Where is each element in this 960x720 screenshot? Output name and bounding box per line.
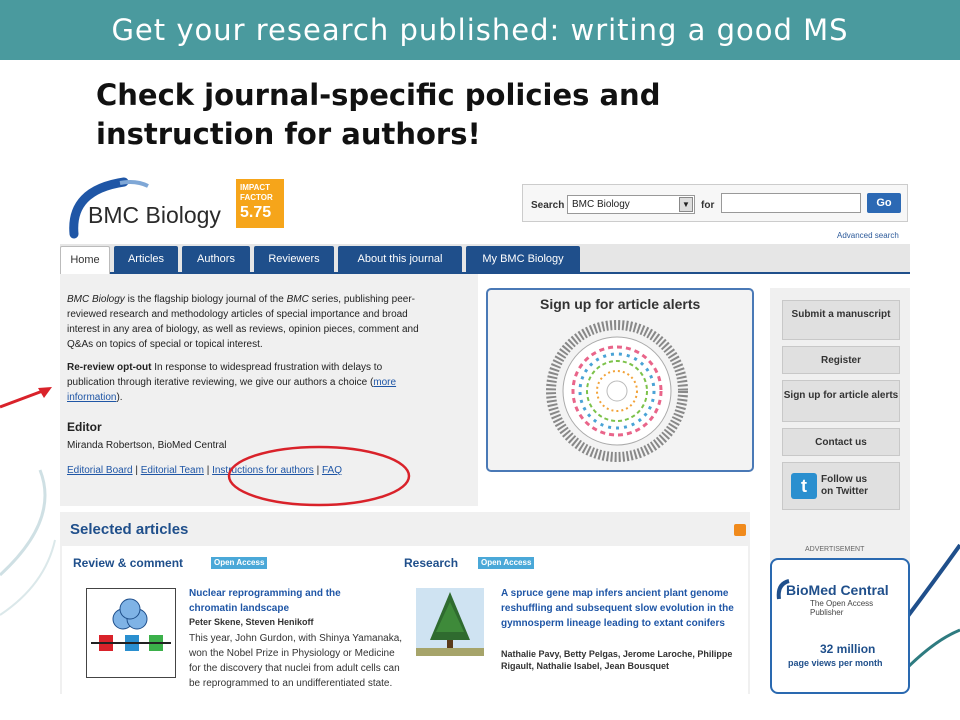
tab-about-journal[interactable]: About this journal: [338, 246, 462, 274]
article-thumbnail-spruce[interactable]: [416, 588, 484, 656]
intro-text: reviewed research and methodology articl…: [67, 309, 408, 320]
search-box: Search BMC Biology ▼ for Go: [522, 184, 908, 222]
slide: Get your research published: writing a g…: [0, 0, 960, 720]
research-heading: Research: [404, 556, 459, 570]
go-button[interactable]: Go: [867, 193, 901, 213]
tab-home[interactable]: Home: [60, 246, 110, 276]
tab-authors[interactable]: Authors: [182, 246, 250, 274]
decor-curve-right-2: [903, 628, 960, 672]
slide-subtitle-line1: Check journal-specific policies and: [96, 78, 661, 112]
slide-subtitle-line2: instruction for authors!: [96, 117, 481, 151]
biomed-tagline: The Open Access Publisher: [810, 599, 874, 617]
tab-my-bmc-biology[interactable]: My BMC Biology: [466, 246, 580, 274]
rereview-heading: Re-review opt-out: [67, 362, 152, 373]
alerts-title: Sign up for article alerts: [540, 296, 701, 312]
page-views-number: 32 million: [820, 642, 876, 656]
twitter-icon: t: [791, 473, 817, 499]
link-separator: |: [203, 465, 213, 476]
slide-subtitle: Check journal-specific policies and inst…: [96, 76, 776, 154]
more-information-link-2[interactable]: information: [67, 392, 116, 403]
impact-line1: IMPACT: [240, 183, 271, 192]
submit-manuscript-button[interactable]: Submit a manuscript: [782, 300, 900, 340]
register-button[interactable]: Register: [782, 346, 900, 374]
rss-icon[interactable]: [734, 524, 746, 536]
link-separator: |: [132, 465, 141, 476]
open-access-badge: Open Access: [211, 557, 268, 569]
articles-list: Review & comment Open Access Nuclear rep…: [62, 546, 748, 694]
review-comment-heading: Review & comment: [73, 556, 184, 570]
advanced-search-link[interactable]: Advanced search: [837, 231, 899, 240]
search-scope-value: BMC Biology: [572, 199, 630, 210]
red-highlight-ellipse: [227, 445, 411, 507]
intro-text: is the flagship biology journal of the: [124, 294, 287, 305]
rereview-text: In response to widespread frustration wi…: [151, 362, 383, 373]
page-views-text: page views per month: [788, 658, 883, 668]
for-label: for: [701, 200, 715, 211]
slide-title: Get your research published: writing a g…: [111, 13, 849, 47]
rereview-paragraph: Re-review opt-out In response to widespr…: [67, 360, 471, 405]
editor-name: Miranda Robertson, BioMed Central: [67, 440, 227, 451]
logo-text: BMC Biology: [88, 202, 221, 228]
impact-value: 5.75: [240, 204, 272, 221]
biomed-central-brand: BioMed Central: [786, 582, 889, 598]
search-scope-select[interactable]: BMC Biology ▼: [567, 195, 695, 214]
dropdown-arrow-icon[interactable]: ▼: [679, 197, 693, 212]
editor-heading: Editor: [67, 420, 102, 434]
article-authors-spruce: Nathalie Pavy, Betty Pelgas, Jerome Laro…: [501, 649, 733, 671]
intro-journal-name: BMC Biology: [67, 294, 125, 305]
article-thumbnail-chromatin[interactable]: [86, 588, 176, 678]
advertisement-box[interactable]: BioMed Central The Open Access Publisher…: [770, 558, 910, 694]
article-alerts-box[interactable]: Sign up for article alerts: [486, 288, 754, 472]
editorial-team-link[interactable]: Editorial Team: [141, 465, 204, 476]
spruce-tree-icon: [416, 592, 484, 656]
article-authors-chromatin: Peter Skene, Steven Henikoff: [189, 617, 314, 627]
intro-text: series, publishing peer-: [308, 294, 415, 305]
selected-articles: Selected articles Review & comment Open …: [60, 512, 750, 694]
rereview-text: publication through iterative reviewing,…: [67, 377, 374, 388]
rereview-end: ).: [116, 392, 123, 403]
decor-curve-left: [0, 469, 47, 577]
editorial-board-link[interactable]: Editorial Board: [67, 465, 133, 476]
intro-text: interest in any area of biology, as well…: [67, 324, 419, 335]
search-label: Search: [531, 200, 565, 211]
decor-curve-left-2: [0, 539, 56, 616]
website-screenshot: BMC Biology IMPACT FACTOR 5.75 Search BM…: [60, 170, 910, 694]
impact-line2: FACTOR: [240, 193, 273, 202]
advertisement-label: ADVERTISEMENT: [805, 546, 865, 553]
more-information-link[interactable]: more: [373, 377, 396, 388]
decor-curve-right: [903, 543, 960, 622]
nav-bar: Home Articles Authors Reviewers About th…: [60, 244, 910, 276]
selected-articles-heading: Selected articles: [70, 521, 189, 538]
tab-articles[interactable]: Articles: [114, 246, 178, 274]
intro-paragraph: BMC Biology is the flagship biology jour…: [67, 292, 471, 352]
intro-text: Q&As on topics of special or topical int…: [67, 339, 263, 350]
article-title-spruce[interactable]: A spruce gene map infers ancient plant g…: [501, 586, 741, 631]
sign-up-alerts-button[interactable]: Sign up for article alerts: [782, 380, 900, 422]
phylogenetic-tree-image: [546, 320, 688, 462]
twitter-label: Follow us on Twitter: [821, 474, 869, 497]
contact-us-button[interactable]: Contact us: [782, 428, 900, 456]
article-summary-chromatin: This year, John Gurdon, with Shinya Yama…: [189, 633, 403, 689]
impact-factor-badge: IMPACT FACTOR 5.75: [236, 179, 284, 228]
follow-twitter-button[interactable]: t Follow us on Twitter: [782, 462, 900, 510]
chromatin-illustration-icon: [91, 598, 171, 651]
red-arrow-icon: [0, 387, 52, 409]
intro-bmc: BMC: [286, 294, 309, 305]
article-title-chromatin[interactable]: Nuclear reprogramming and the chromatin …: [189, 586, 389, 616]
search-input[interactable]: [721, 193, 861, 213]
tab-reviewers[interactable]: Reviewers: [254, 246, 334, 274]
journal-intro-panel: BMC Biology is the flagship biology jour…: [60, 274, 478, 507]
open-access-badge: Open Access: [478, 557, 535, 569]
